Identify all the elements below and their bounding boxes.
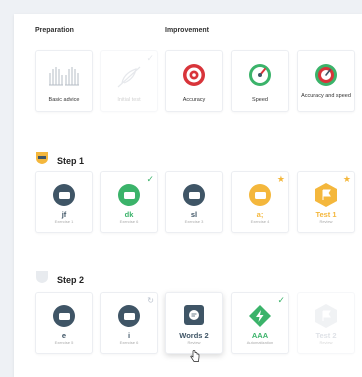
exercise-name: AAA [251,331,269,340]
exercise-sub: Review [319,219,333,224]
exercise-sub: Exercise 3 [184,219,204,224]
exercise-card-sl[interactable]: sl Exercise 3 [165,171,223,233]
target-speed-icon [314,63,338,92]
step2-label: Step 2 [57,274,85,285]
aaa-card[interactable]: ✓ AAA Automatization [231,292,289,354]
star-icon: ★ [276,174,285,184]
test2-card[interactable]: Test 2 Review [297,292,355,354]
exercise-name: jf [61,210,67,219]
star-icon: ★ [342,174,351,184]
basic-advice-card[interactable]: Basic advice [35,50,93,112]
test1-card[interactable]: ★ Test 1 Review [297,171,355,233]
hand-cursor-icon [190,350,200,366]
step1-header: Step 1 [35,151,84,170]
initial-test-caption: Initial test [117,97,141,103]
keyboard-icon [53,305,75,327]
exercise-name: e [61,331,67,340]
chat-icon [184,305,204,325]
improvement-title: Improvement [165,27,209,34]
lightning-diamond-icon [248,304,272,333]
exercise-name: i [127,331,131,340]
basic-advice-caption: Basic advice [48,97,80,103]
shield-icon [35,270,49,289]
accuracy-speed-caption: Accuracy and speed [301,93,351,99]
initial-test-card[interactable]: ✓ Initial test [100,50,158,112]
exercise-name: dk [124,210,134,219]
keyboard-icon [53,184,75,206]
accuracy-caption: Accuracy [182,97,206,103]
check-icon: ✓ [277,295,285,305]
exercise-card-dk[interactable]: ✓ dk Exercise 6 [100,171,158,233]
keyboard-icon [183,184,205,206]
feather-icon [114,63,144,94]
exercise-sub: Automatization [246,340,274,345]
shield-icon [35,151,49,170]
exercise-sub: Review [319,340,333,345]
target-icon [182,63,206,92]
speed-card[interactable]: Speed [231,50,289,112]
words2-card[interactable]: Words 2 Review [165,292,223,354]
exercise-name: sl [190,210,198,219]
shield-flag-icon [314,303,338,334]
exercise-name: Test 2 [315,331,337,340]
exercise-card-a[interactable]: ★ a; Exercise 4 [231,171,289,233]
exercise-sub: Exercise 6 [119,340,139,345]
keyboard-icon [118,305,140,327]
keyboard-icon [118,184,140,206]
keyboard-icon [249,184,271,206]
exercise-sub: Exercise 5 [54,340,74,345]
accuracy-speed-card[interactable]: Accuracy and speed [297,50,355,112]
exercise-sub: Exercise 1 [54,219,74,224]
hands-icon [47,63,81,92]
speedometer-icon [248,63,272,92]
exercise-sub: Exercise 6 [119,219,139,224]
check-icon: ✓ [146,174,154,184]
preparation-title: Preparation [35,27,74,34]
check-icon: ✓ [146,53,154,63]
exercise-sub: Exercise 4 [250,219,270,224]
exercise-name: a; [256,210,264,219]
exercise-name: Test 1 [315,210,337,219]
step1-label: Step 1 [57,155,85,166]
accuracy-card[interactable]: Accuracy [165,50,223,112]
shield-flag-icon [314,182,338,213]
step2-header: Step 2 [35,270,84,289]
speed-caption: Speed [252,97,268,103]
exercise-card-e[interactable]: e Exercise 5 [35,292,93,354]
exercise-sub: Review [187,340,201,345]
exercise-name: Words 2 [179,331,209,340]
refresh-icon: ↻ [147,296,154,305]
exercise-card-jf[interactable]: jf Exercise 1 [35,171,93,233]
exercise-card-i[interactable]: ↻ i Exercise 6 [100,292,158,354]
